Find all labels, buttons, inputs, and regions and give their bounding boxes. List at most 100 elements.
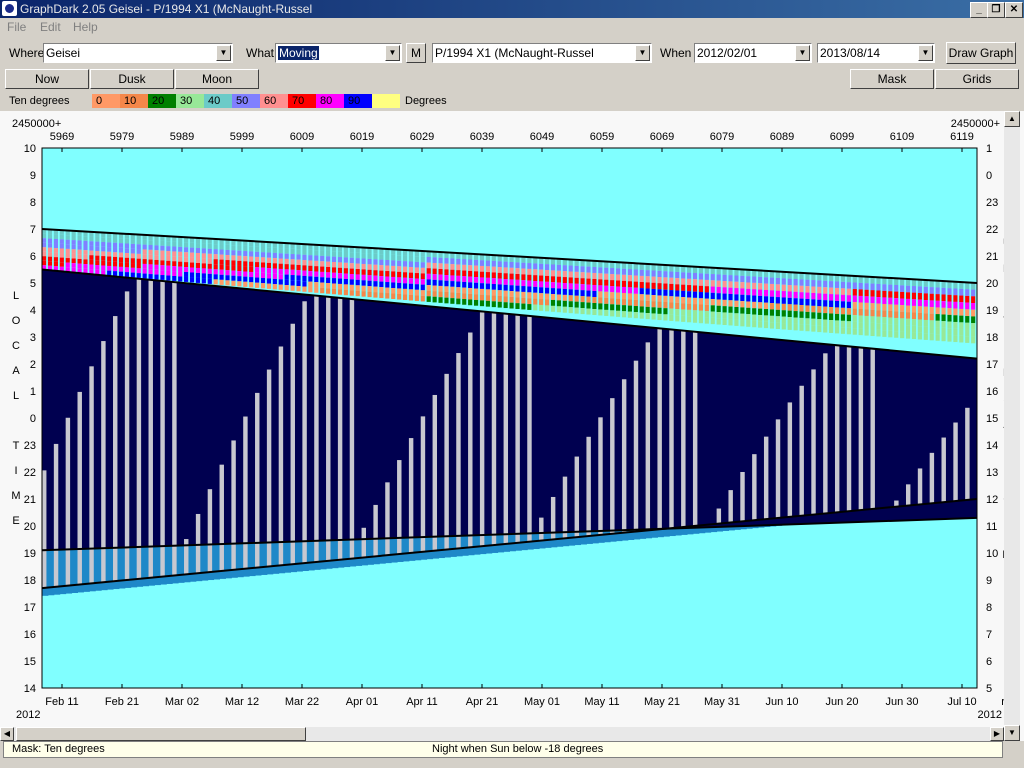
close-button[interactable]: ✕ — [1005, 2, 1023, 18]
altitude-band — [728, 300, 733, 307]
altitude-band — [142, 268, 147, 274]
where-combo[interactable]: Geisei ▼ — [43, 43, 233, 63]
altitude-band — [219, 254, 224, 260]
scroll-thumb[interactable] — [16, 727, 306, 741]
scroll-up-icon[interactable]: ▲ — [1004, 111, 1020, 127]
app-icon[interactable] — [2, 1, 17, 16]
altitude-band — [361, 280, 366, 286]
altitude-band — [811, 286, 816, 293]
moonlit-bar — [219, 464, 224, 571]
altitude-band — [941, 301, 946, 308]
moonlit-bar — [941, 437, 946, 503]
altitude-band — [349, 257, 354, 264]
altitude-band — [752, 308, 757, 315]
night-region — [568, 319, 576, 532]
altitude-band — [793, 285, 798, 292]
altitude-band — [941, 314, 946, 322]
altitude-band — [840, 320, 846, 328]
chevron-down-icon[interactable]: ▼ — [216, 45, 231, 61]
altitude-band — [574, 271, 579, 278]
mask-button[interactable]: Mask — [850, 69, 934, 89]
altitude-band — [160, 270, 165, 276]
altitude-band — [189, 252, 195, 258]
end-date-combo[interactable]: 2013/08/14 ▼ — [817, 43, 935, 63]
altitude-band — [337, 278, 343, 284]
scroll-down-icon[interactable]: ▼ — [1004, 725, 1020, 741]
menu-edit[interactable]: Edit — [40, 20, 61, 34]
altitude-band — [539, 299, 544, 305]
jd-tick-label: 6059 — [590, 131, 614, 143]
night-region — [331, 297, 339, 541]
moonlit-bar — [562, 476, 568, 539]
altitude-band — [89, 264, 94, 270]
m-button[interactable]: M — [406, 43, 426, 63]
altitude-band — [692, 279, 698, 286]
start-date-combo[interactable]: 2012/02/01 ▼ — [694, 43, 812, 63]
chevron-down-icon[interactable]: ▼ — [635, 45, 650, 61]
grids-button[interactable]: Grids — [935, 69, 1019, 89]
moon-button[interactable]: Moon — [175, 69, 259, 89]
jd-tick-label: 5999 — [230, 131, 254, 143]
altitude-band — [840, 294, 846, 302]
altitude-band — [621, 305, 627, 312]
altitude-band — [675, 290, 680, 297]
altitude-band — [574, 301, 579, 308]
altitude-band — [687, 297, 692, 304]
altitude-band — [663, 314, 668, 321]
altitude-band — [391, 282, 396, 288]
ut-tick-label: 23 — [986, 197, 998, 209]
altitude-band — [917, 286, 922, 294]
altitude-band — [953, 315, 958, 322]
altitude-band — [781, 303, 786, 311]
night-region — [201, 285, 209, 545]
altitude-band — [722, 318, 727, 326]
altitude-band — [710, 311, 715, 318]
now-button[interactable]: Now — [5, 69, 89, 89]
altitude-chart[interactable]: 2450000+ 2450000+5969 5979 5989 5999 6009 6019… — [0, 111, 1004, 727]
menu-file[interactable]: File — [7, 20, 26, 34]
horizontal-scrollbar[interactable]: ◀ ▶ — [0, 727, 1004, 741]
night-region — [473, 310, 481, 536]
vertical-scrollbar[interactable]: ▲ ▼ — [1004, 111, 1020, 741]
maximize-button[interactable]: ❐ — [987, 2, 1005, 18]
altitude-band — [953, 321, 958, 329]
minimize-button[interactable]: _ — [970, 2, 988, 18]
object-combo[interactable]: P/1994 X1 (McNaught-Russel ▼ — [432, 43, 652, 63]
altitude-band — [900, 305, 905, 312]
altitude-band — [740, 288, 745, 295]
altitude-band — [148, 254, 153, 260]
altitude-band — [154, 240, 159, 246]
altitude-band — [769, 322, 775, 329]
altitude-band — [728, 293, 733, 301]
altitude-band — [468, 282, 473, 289]
altitude-band — [633, 269, 638, 276]
year-left: 2012 — [16, 709, 40, 721]
altitude-band — [243, 281, 248, 287]
jd-tick-label: 6039 — [470, 131, 494, 143]
altitude-band — [290, 280, 295, 286]
altitude-band — [302, 286, 307, 292]
menu-help[interactable]: Help — [73, 20, 98, 34]
what-combo[interactable]: Moving ▼ — [275, 43, 402, 63]
altitude-band — [959, 322, 964, 330]
altitude-band — [533, 292, 538, 299]
night-region — [876, 349, 883, 522]
night-region — [882, 349, 889, 522]
altitude-band — [586, 272, 591, 279]
altitude-band — [249, 261, 254, 267]
chevron-down-icon[interactable]: ▼ — [918, 45, 933, 61]
altitude-band — [468, 265, 473, 271]
altitude-band — [71, 235, 76, 241]
draw-graph-button[interactable]: Draw Graph — [946, 42, 1016, 64]
altitude-band — [627, 281, 632, 288]
night-region — [379, 301, 386, 539]
scroll-left-icon[interactable]: ◀ — [0, 727, 14, 741]
altitude-band — [929, 307, 934, 314]
dusk-button[interactable]: Dusk — [90, 69, 174, 89]
scroll-right-icon[interactable]: ▶ — [990, 727, 1004, 741]
altitude-band — [414, 256, 419, 262]
altitude-band — [473, 294, 479, 300]
altitude-band — [385, 260, 390, 266]
chevron-down-icon[interactable]: ▼ — [385, 45, 400, 61]
chevron-down-icon[interactable]: ▼ — [795, 45, 810, 61]
